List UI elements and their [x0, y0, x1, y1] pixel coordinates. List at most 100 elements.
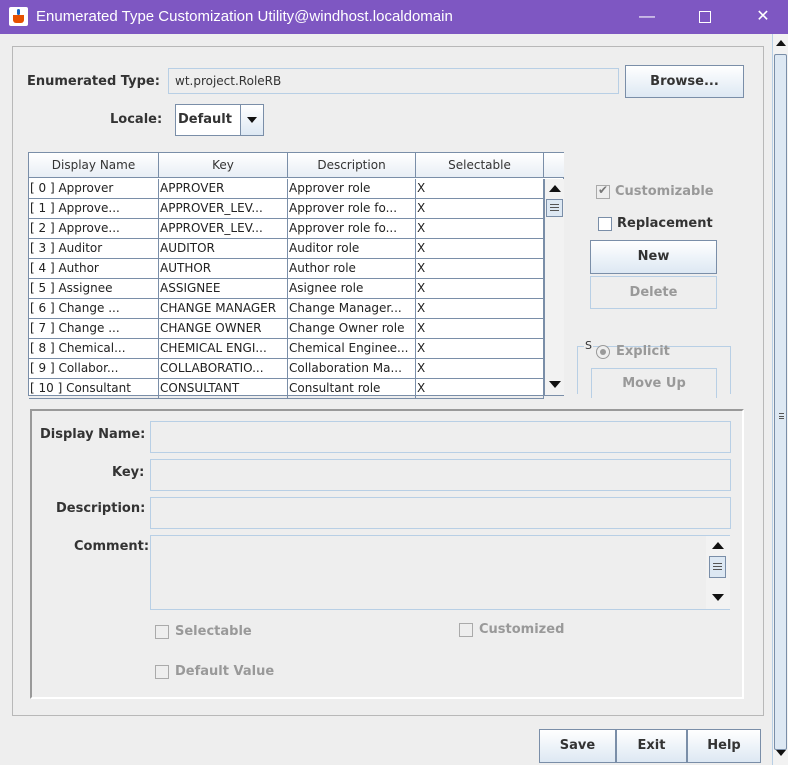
cell-display-name: [ 1 ] Approve... — [29, 199, 159, 219]
cell-display-name: [ 0 ] Approver — [29, 179, 159, 199]
table-row[interactable]: [ 2 ] Approve... APPROVER_LEV... Approver … — [29, 219, 544, 239]
comment-textarea[interactable] — [150, 535, 730, 610]
cell-description: Asignee role — [288, 279, 416, 299]
explicit-radio[interactable] — [596, 345, 610, 359]
table-row[interactable]: [ 7 ] Change ... CHANGE OWNER Change Owner… — [29, 319, 544, 339]
grip-icon — [713, 563, 722, 570]
table-row[interactable]: [ 3 ] Auditor AUDITOR Auditor role X — [29, 239, 544, 259]
table-row[interactable]: [ 0 ] Approver APPROVER Approver role X — [29, 179, 544, 199]
customized-checkbox[interactable] — [459, 623, 473, 637]
table-row[interactable]: [ 5 ] Assignee ASSIGNEE Asignee role X — [29, 279, 544, 299]
maximize-icon — [699, 10, 711, 23]
table-scrollbar[interactable] — [544, 179, 564, 395]
scroll-thumb[interactable] — [709, 556, 726, 578]
cell-selectable: X — [416, 179, 544, 199]
selectable-label: Selectable — [175, 624, 252, 639]
cell-display-name: [ 5 ] Assignee — [29, 279, 159, 299]
window-scrollbar[interactable] — [772, 34, 788, 765]
table-row[interactable]: [ 1 ] Approve... APPROVER_LEV... Approver … — [29, 199, 544, 219]
move-up-button[interactable]: Move Up — [591, 368, 717, 398]
scroll-up-icon[interactable] — [776, 40, 786, 46]
cell-description: Approver role fo... — [288, 199, 416, 219]
comment-scrollbar[interactable] — [706, 536, 730, 609]
display-name-field[interactable] — [150, 421, 731, 453]
cell-display-name: [ 3 ] Auditor — [29, 239, 159, 259]
cell-selectable: X — [416, 199, 544, 219]
column-header-corner — [544, 153, 564, 177]
table-row[interactable]: [ 10 ] Consultant CONSULTANT Consultant ro… — [29, 379, 544, 399]
cell-description: Approver role fo... — [288, 219, 416, 239]
cell-key: AUDITOR — [159, 239, 288, 259]
minimize-button[interactable]: — — [622, 0, 672, 34]
cell-key: AUTHOR — [159, 259, 288, 279]
browse-button[interactable]: Browse... — [625, 65, 744, 98]
key-label: Key: — [112, 465, 145, 480]
table-row[interactable]: [ 4 ] Author AUTHOR Author role X — [29, 259, 544, 279]
enum-type-field[interactable]: wt.project.RoleRB — [168, 68, 619, 94]
help-button[interactable]: Help — [687, 729, 761, 763]
cell-display-name: [ 2 ] Approve... — [29, 219, 159, 239]
scroll-up-icon[interactable] — [549, 185, 561, 192]
scroll-thumb[interactable] — [546, 199, 563, 217]
replacement-checkbox[interactable] — [598, 217, 612, 231]
default-value-checkbox[interactable] — [155, 665, 169, 679]
comment-label: Comment: — [74, 539, 150, 554]
cell-selectable: X — [416, 339, 544, 359]
cell-display-name: [ 8 ] Chemical... — [29, 339, 159, 359]
title-bar: Enumerated Type Customization Utility@wi… — [0, 0, 788, 34]
column-header-selectable[interactable]: Selectable — [416, 153, 544, 177]
enum-type-label: Enumerated Type: — [27, 74, 160, 89]
scroll-down-icon[interactable] — [549, 381, 561, 388]
exit-button[interactable]: Exit — [616, 729, 687, 763]
minimize-icon: — — [639, 8, 655, 25]
table-header: Display Name Key Description Selectable — [29, 153, 564, 178]
key-field[interactable] — [150, 459, 731, 491]
scroll-down-icon[interactable] — [776, 750, 786, 756]
description-field[interactable] — [150, 497, 731, 529]
close-button[interactable]: ✕ — [738, 0, 788, 34]
cell-description: Consultant role — [288, 379, 416, 399]
cell-description: Change Owner role — [288, 319, 416, 339]
cell-key: CHANGE OWNER — [159, 319, 288, 339]
scroll-down-icon[interactable] — [712, 594, 724, 601]
table-row[interactable]: [ 6 ] Change ... CHANGE MANAGER Change Man… — [29, 299, 544, 319]
column-header-key[interactable]: Key — [159, 153, 288, 177]
selectable-checkbox[interactable] — [155, 625, 169, 639]
enum-table: Display Name Key Description Selectable … — [28, 152, 564, 399]
cell-description: Collaboration Ma... — [288, 359, 416, 379]
cell-description: Approver role — [288, 179, 416, 199]
customizable-label: Customizable — [615, 184, 714, 199]
column-header-description[interactable]: Description — [288, 153, 416, 177]
scroll-up-icon[interactable] — [712, 542, 724, 549]
cell-display-name: [ 10 ] Consultant — [29, 379, 159, 399]
scroll-thumb[interactable] — [774, 54, 787, 750]
cell-key: CHANGE MANAGER — [159, 299, 288, 319]
customizable-checkbox[interactable] — [596, 183, 610, 199]
cell-selectable: X — [416, 319, 544, 339]
cell-selectable: X — [416, 259, 544, 279]
maximize-button[interactable] — [680, 0, 730, 34]
save-button[interactable]: Save — [539, 729, 616, 763]
locale-label: Locale: — [110, 112, 163, 127]
java-icon — [9, 7, 28, 26]
groupbox-title: S — [584, 339, 593, 352]
table-row[interactable]: [ 8 ] Chemical... CHEMICAL ENGI... Chemica… — [29, 339, 544, 359]
grip-icon — [550, 204, 559, 211]
chevron-down-icon — [247, 117, 257, 123]
cell-key: APPROVER — [159, 179, 288, 199]
explicit-label: Explicit — [616, 344, 670, 359]
grip-icon — [779, 413, 784, 419]
column-header-display-name[interactable]: Display Name — [29, 153, 159, 177]
locale-dropdown-button[interactable] — [240, 105, 263, 135]
default-value-label: Default Value — [175, 664, 275, 679]
table-row[interactable]: [ 9 ] Collabor... COLLABORATIO... Collabor… — [29, 359, 544, 379]
locale-select[interactable]: Default — [175, 104, 264, 136]
close-icon: ✕ — [756, 8, 770, 25]
cell-key: COLLABORATIO... — [159, 359, 288, 379]
cell-description: Auditor role — [288, 239, 416, 259]
cell-key: ASSIGNEE — [159, 279, 288, 299]
delete-button[interactable]: Delete — [590, 276, 717, 309]
customized-label: Customized — [479, 622, 565, 637]
window-title: Enumerated Type Customization Utility@wi… — [36, 8, 453, 25]
new-button[interactable]: New — [590, 240, 717, 274]
